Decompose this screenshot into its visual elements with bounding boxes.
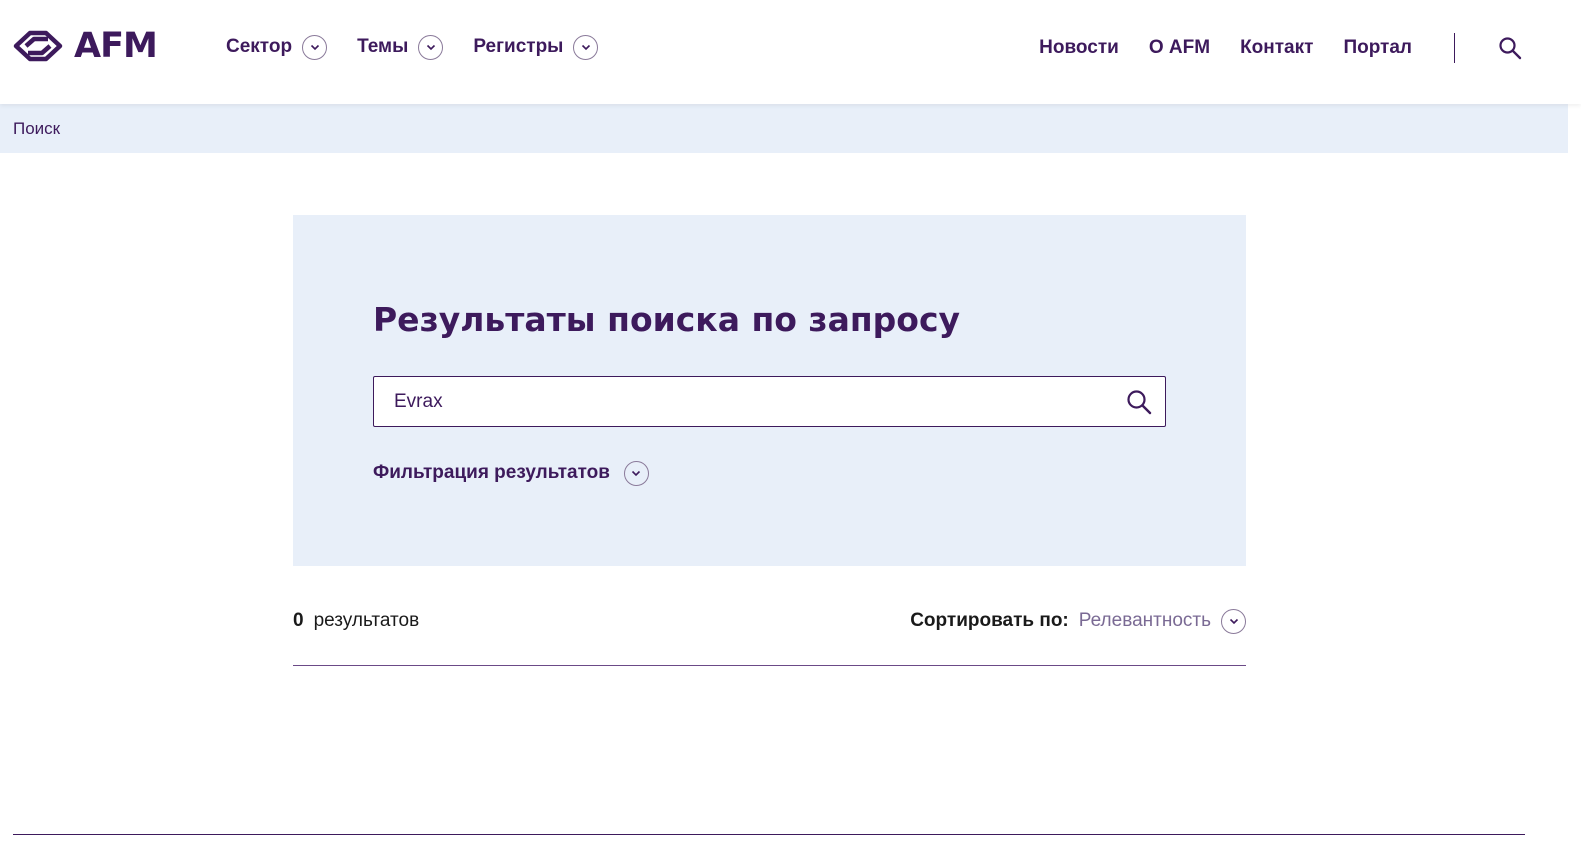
nav-item-topics[interactable]: Темы (357, 33, 444, 61)
filter-results-toggle[interactable]: Фильтрация результатов (373, 460, 649, 486)
page-title: Результаты поиска по запросу (373, 300, 961, 339)
nav-item-label: Сектор (226, 36, 293, 57)
chevron-down-icon (573, 34, 599, 60)
search-input[interactable] (374, 377, 1114, 426)
sort-label: Сортировать по: (910, 610, 1069, 631)
sort-control: Сортировать по: Релевантность (910, 608, 1246, 634)
secondary-nav: Новости О AFM Контакт Портал (1009, 33, 1581, 63)
results-count: 0 результатов (293, 609, 419, 633)
results-count-label: результатов (313, 610, 420, 631)
nav-divider (1454, 33, 1455, 63)
search-panel: Результаты поиска по запросу Фильтрация … (293, 215, 1246, 566)
filter-results-label: Фильтрация результатов (373, 462, 610, 483)
main-nav: Сектор Темы Регистры (226, 33, 628, 61)
site-header: AFM Сектор Темы Регистры Новости О AFM К… (0, 0, 1581, 104)
nav-link-portal[interactable]: Портал (1343, 34, 1412, 62)
breadcrumb-current: Поиск (13, 119, 61, 138)
chevron-down-icon (302, 34, 328, 60)
nav-item-label: Темы (357, 36, 409, 57)
breadcrumb: Поиск (0, 104, 1568, 153)
search-box (373, 376, 1166, 427)
nav-item-registers[interactable]: Регистры (473, 33, 599, 61)
search-submit-button[interactable] (1123, 386, 1155, 418)
footer-divider (13, 834, 1525, 835)
nav-item-sector[interactable]: Сектор (226, 33, 328, 61)
logo-link[interactable]: AFM (12, 26, 158, 66)
results-bar: 0 результатов Сортировать по: Релевантнос… (293, 600, 1246, 666)
chevron-down-icon (623, 460, 649, 486)
nav-item-label: Регистры (473, 36, 564, 57)
search-icon (1499, 37, 1522, 60)
chevron-down-icon (418, 34, 444, 60)
afm-logo-icon (13, 30, 63, 62)
nav-link-news[interactable]: Новости (1039, 34, 1119, 62)
nav-link-contact[interactable]: Контакт (1240, 34, 1313, 62)
search-icon (1127, 390, 1152, 415)
header-search-button[interactable] (1495, 33, 1525, 63)
logo-text: AFM (74, 26, 158, 66)
chevron-down-icon[interactable] (1221, 608, 1246, 634)
results-count-number: 0 (293, 610, 304, 631)
nav-link-about[interactable]: О AFM (1149, 34, 1210, 62)
sort-select[interactable]: Релевантность (1079, 608, 1211, 634)
